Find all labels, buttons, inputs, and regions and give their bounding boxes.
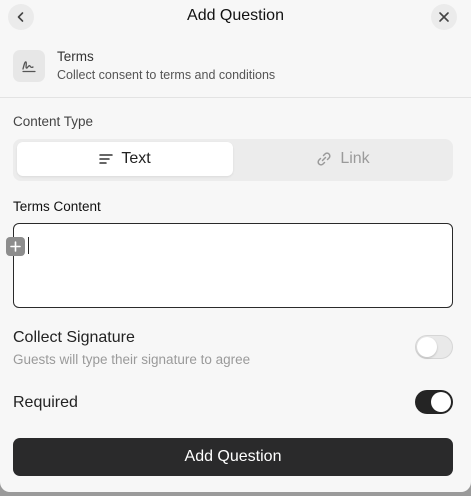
- dialog-header: Add Question: [0, 0, 471, 34]
- dialog-title: Add Question: [187, 7, 284, 24]
- collect-signature-label: Collect Signature: [13, 329, 135, 346]
- add-block-button[interactable]: [6, 237, 25, 256]
- question-type-title: Terms: [57, 49, 94, 64]
- text-lines-icon: [99, 154, 114, 164]
- content-type-text-label: Text: [121, 150, 151, 167]
- content-type-link-label: Link: [340, 150, 370, 167]
- signature-icon: [13, 50, 45, 82]
- required-toggle[interactable]: [415, 390, 453, 414]
- terms-content-editor[interactable]: [13, 223, 453, 308]
- content-type-text-option[interactable]: Text: [17, 142, 233, 176]
- required-label: Required: [13, 394, 78, 411]
- content-type-label: Content Type: [13, 114, 94, 129]
- collect-signature-description: Guests will type their signature to agre…: [13, 352, 251, 367]
- toggle-knob: [417, 337, 437, 357]
- add-question-dialog: Add Question Terms Collect consent to te…: [0, 0, 471, 492]
- add-question-button[interactable]: Add Question: [13, 438, 453, 476]
- content-type-selector: Text Link: [13, 139, 453, 181]
- close-icon: [439, 12, 449, 22]
- link-icon: [317, 152, 331, 166]
- question-type-description: Collect consent to terms and conditions: [57, 68, 276, 82]
- content-type-link-option[interactable]: Link: [235, 142, 451, 176]
- collect-signature-toggle[interactable]: [415, 335, 453, 359]
- plus-icon: [10, 241, 21, 252]
- close-button[interactable]: [431, 4, 457, 30]
- text-caret: [28, 237, 29, 254]
- question-type-info: Terms Collect consent to terms and condi…: [0, 40, 471, 98]
- toggle-knob: [431, 392, 451, 412]
- terms-content-label: Terms Content: [13, 199, 101, 214]
